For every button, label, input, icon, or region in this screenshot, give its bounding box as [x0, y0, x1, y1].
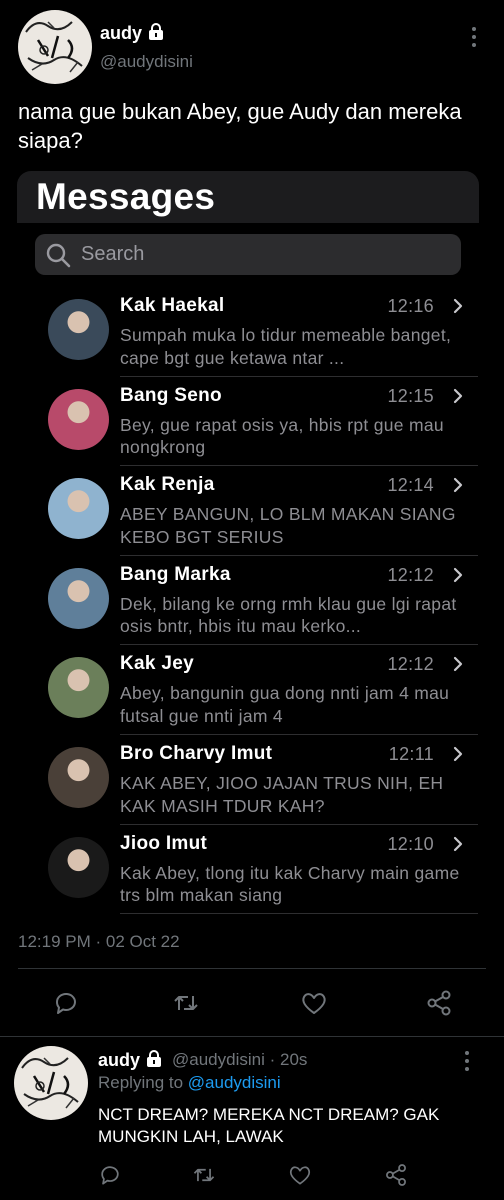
conversation-time: 12:12	[387, 564, 434, 585]
reply-age: · 20s	[269, 1050, 308, 1069]
chevron-right-icon	[451, 835, 465, 853]
conversation-preview: Kak Abey, tlong itu kak Charvy main game…	[120, 862, 460, 906]
replying-to-handle[interactable]: @audydisini	[188, 1073, 281, 1092]
chevron-right-icon	[451, 387, 465, 405]
share-icon[interactable]	[383, 1162, 409, 1188]
retweet-icon[interactable]	[191, 1162, 217, 1188]
divider	[18, 968, 486, 969]
reply-text: NCT DREAM? MEREKA NCT DREAM? GAK MUNGKIN…	[98, 1105, 440, 1146]
row-divider	[120, 554, 478, 556]
conversation-avatar	[48, 747, 109, 808]
conversation-time: 12:14	[387, 475, 434, 496]
row-divider	[120, 375, 478, 377]
conversation-preview: KAK ABEY, JIOO JAJAN TRUS NIH, EH KAK MA…	[120, 773, 444, 816]
conversation-avatar	[48, 567, 109, 629]
conversation-name: Kak Renja	[120, 474, 215, 496]
lock-icon	[146, 1050, 162, 1073]
replying-to-label: Replying to	[98, 1073, 184, 1092]
conversation-time: 12:15	[387, 385, 434, 406]
row-divider	[120, 734, 478, 735]
conversation-avatar	[48, 388, 109, 450]
conversation-preview: Abey, bangunin gua dong nnti jam 4 mau f…	[120, 683, 450, 726]
conversation-name: Kak Haekal	[120, 295, 225, 316]
row-divider	[120, 644, 478, 646]
conversation-time: 12:11	[388, 744, 434, 764]
search-icon	[45, 242, 71, 268]
conversation-avatar	[48, 299, 109, 360]
share-icon[interactable]	[424, 988, 454, 1018]
reply-author-avatar[interactable]	[14, 1046, 88, 1120]
row-divider	[120, 465, 478, 467]
chevron-right-icon	[451, 476, 465, 494]
conversation-time: 12:16	[387, 296, 434, 316]
retweet-icon[interactable]	[171, 988, 201, 1018]
tweet-text: nama gue bukan Abey, gue Audy dan mereka…	[18, 99, 462, 153]
conversation-preview: Sumpah muka lo tidur memeable banget, ca…	[120, 325, 452, 368]
author-avatar[interactable]	[18, 10, 92, 84]
conversation-preview: Bey, gue rapat osis ya, hbis rpt gue mau…	[120, 414, 444, 458]
conversation-time: 12:10	[387, 833, 434, 854]
reply-meta: @audydisini · 20s	[172, 1050, 307, 1070]
conversation-name: Bro Charvy Imut	[120, 743, 273, 764]
like-icon[interactable]	[299, 988, 329, 1018]
more-icon[interactable]	[463, 1050, 471, 1072]
chevron-right-icon	[451, 566, 465, 584]
chevron-right-icon	[451, 297, 465, 315]
author-name[interactable]: audy	[100, 23, 142, 44]
conversation-avatar	[48, 478, 109, 540]
conversation-name: Kak Jey	[120, 653, 194, 675]
more-icon[interactable]	[470, 26, 478, 48]
tweet-timestamp: 12:19 PM · 02 Oct 22	[18, 932, 180, 951]
reply-icon[interactable]	[51, 988, 81, 1018]
messages-title: Messages	[36, 176, 216, 217]
conversation-time: 12:12	[387, 654, 434, 675]
conversation-name: Bang Marka	[120, 563, 231, 585]
author-handle[interactable]: @audydisini	[100, 52, 193, 72]
search-placeholder: Search	[81, 243, 145, 265]
reply-icon[interactable]	[97, 1162, 123, 1188]
conversation-preview: ABEY BANGUN, LO BLM MAKAN SIANG KEBO BGT…	[120, 504, 456, 547]
chevron-right-icon	[451, 655, 465, 673]
divider	[0, 1036, 504, 1037]
conversation-name: Jioo Imut	[120, 832, 208, 854]
conversation-preview: Dek, bilang ke orng rmh klau gue lgi rap…	[120, 593, 457, 637]
like-icon[interactable]	[287, 1162, 313, 1188]
conversation-avatar	[48, 657, 109, 719]
conversation-name: Bang Seno	[120, 384, 222, 406]
conversation-avatar	[48, 836, 109, 898]
row-divider	[120, 823, 478, 825]
reply-author-handle[interactable]: @audydisini	[172, 1050, 265, 1069]
lock-icon	[148, 23, 164, 46]
chevron-right-icon	[451, 745, 465, 763]
row-divider	[120, 913, 478, 915]
replying-to: Replying to @audydisini	[98, 1073, 281, 1093]
reply-author-name[interactable]: audy	[98, 1050, 140, 1071]
